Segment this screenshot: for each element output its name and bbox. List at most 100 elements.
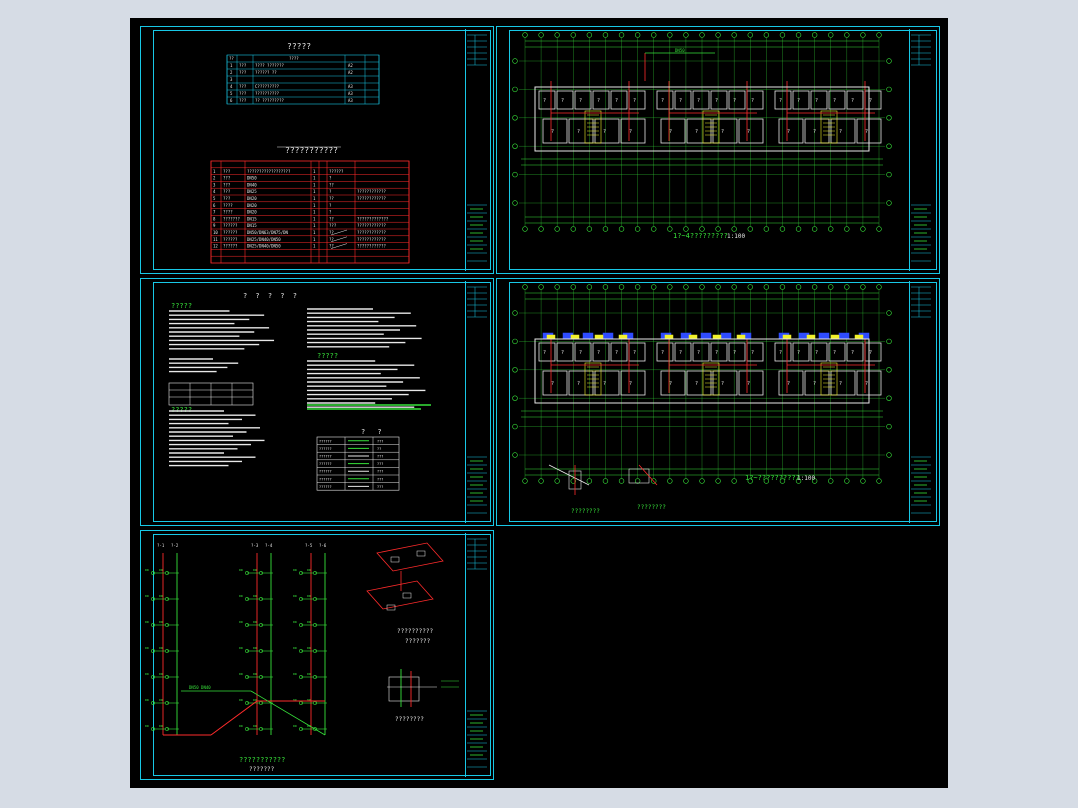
fixture-block bbox=[720, 332, 732, 340]
sheet-plan-lower[interactable]: ?????????????????????????????? 1?~??????… bbox=[496, 278, 940, 526]
fixture-block bbox=[736, 334, 746, 340]
axis-bubble bbox=[763, 284, 770, 290]
axis-bubble bbox=[512, 395, 518, 401]
room-label: ? bbox=[721, 129, 724, 135]
fixture-block bbox=[838, 332, 850, 340]
axis-bubble bbox=[570, 284, 576, 290]
axis-bubble bbox=[634, 32, 641, 38]
room-label: ? bbox=[865, 381, 868, 387]
pipe-label: DN50 bbox=[675, 48, 685, 53]
room-wall bbox=[556, 90, 574, 110]
table-b-cell: ?? bbox=[329, 216, 334, 221]
table-b-cell: ???? bbox=[223, 203, 233, 208]
table-b-cell: DN40 bbox=[247, 182, 257, 187]
axis-bubble bbox=[602, 478, 609, 484]
room-wall bbox=[542, 118, 568, 144]
axis-bubble bbox=[886, 338, 892, 345]
table-b-cell: 8 bbox=[213, 216, 216, 221]
axis-bubble bbox=[844, 32, 850, 38]
room-wall bbox=[574, 342, 592, 362]
legend-desc: ??? bbox=[377, 485, 383, 489]
table-b-cell: ???????????? bbox=[357, 237, 386, 242]
riser-label: ?-4 bbox=[265, 543, 273, 548]
table-b-cell: ???????????? bbox=[357, 189, 386, 194]
axis-bubble bbox=[699, 284, 705, 290]
branch-label: DN bbox=[253, 568, 257, 572]
axis-bubble bbox=[811, 226, 818, 232]
room-wall bbox=[828, 90, 846, 110]
axis-bubble bbox=[886, 367, 892, 373]
branch-label: DN bbox=[239, 594, 243, 598]
room-label: ? bbox=[779, 98, 782, 104]
room-label: ? bbox=[733, 350, 736, 356]
floor-plan-lower: ?????????????????????????????? bbox=[512, 284, 931, 514]
axis-bubble bbox=[554, 226, 560, 232]
table-b-cell: 11 bbox=[213, 237, 218, 242]
branch-label: DN bbox=[145, 672, 149, 676]
axis-bubble bbox=[715, 478, 721, 484]
fixture-block bbox=[602, 332, 614, 340]
branch-label: DN bbox=[307, 646, 311, 650]
room-label: ? bbox=[813, 381, 816, 387]
room-label: ? bbox=[615, 350, 618, 356]
table-b-cell: ??? bbox=[223, 169, 231, 174]
room-wall bbox=[574, 90, 592, 110]
sheet-plan-upper[interactable]: ?????????????????????????????? DN50 1?~4?… bbox=[496, 26, 940, 274]
branch-label: DN bbox=[145, 698, 149, 702]
fixture-block bbox=[594, 334, 604, 340]
axis-bubble bbox=[667, 32, 673, 38]
branch-label: DN bbox=[159, 724, 163, 728]
room-label: ? bbox=[661, 350, 664, 356]
axis-bubble bbox=[634, 226, 641, 232]
room-label: ? bbox=[669, 129, 672, 135]
room-label: ? bbox=[833, 350, 836, 356]
fixture-block bbox=[854, 334, 864, 340]
branch-label: DN bbox=[293, 620, 297, 624]
table-b-cell: ?? bbox=[329, 196, 334, 201]
axis-bubble bbox=[844, 226, 850, 232]
room-wall bbox=[792, 342, 810, 362]
room-label: ? bbox=[551, 381, 554, 387]
axis-bubble bbox=[667, 226, 673, 232]
legend-desc: ??? bbox=[377, 455, 383, 459]
table-b-cell: ??? bbox=[223, 182, 231, 187]
room-wall bbox=[792, 90, 810, 110]
fixture-block bbox=[582, 332, 594, 340]
axis-bubble bbox=[886, 395, 892, 401]
room-label: ? bbox=[603, 381, 606, 387]
room-label: ? bbox=[839, 381, 842, 387]
branch-label: DN bbox=[145, 568, 149, 572]
table-b-cell: DN25/DN40/DN50 bbox=[247, 244, 281, 249]
sheet-notes[interactable]: ? ? ? ? ? ????? ????? ????? ? ? ????????… bbox=[140, 278, 494, 526]
axo-caption: ?????????? bbox=[397, 628, 434, 635]
branch-label: DN bbox=[239, 672, 243, 676]
legend-label: ?????? bbox=[319, 477, 332, 481]
sheet-catalog[interactable]: ????? ?????? 1??????? ??????? A2 2?????????… bbox=[140, 26, 494, 274]
riser-label: ?-1 bbox=[157, 543, 165, 548]
legend-desc: ??? bbox=[377, 439, 383, 443]
room-label: ? bbox=[579, 98, 582, 104]
branch-label: DN bbox=[293, 724, 297, 728]
sheet-system[interactable]: ?-1 DN DN DN DN DN DN DN ?-2 DN DN DN DN DN DN DN ?-3 DN D… bbox=[140, 530, 494, 780]
axis-bubble bbox=[795, 284, 802, 290]
axis-bubble bbox=[618, 284, 625, 290]
axis-bubble bbox=[731, 32, 737, 38]
table-b-cell: 1 bbox=[313, 210, 316, 215]
axis-bubble bbox=[886, 171, 892, 178]
table-b-cell: 1 bbox=[313, 244, 316, 249]
table-b-cell: DN50/DN63/DN75/DN bbox=[247, 230, 289, 235]
room-label: ? bbox=[597, 98, 600, 104]
table-b-cell: ?????? bbox=[223, 223, 238, 228]
room-wall bbox=[674, 90, 692, 110]
axo-fixture bbox=[402, 592, 412, 599]
axis-bubble bbox=[715, 226, 721, 232]
room-label: ? bbox=[669, 381, 672, 387]
room-label: ? bbox=[815, 350, 818, 356]
riser-label: ?-3 bbox=[251, 543, 259, 548]
room-label: ? bbox=[697, 98, 700, 104]
branch-label: DN bbox=[307, 568, 311, 572]
room-label: ? bbox=[751, 98, 754, 104]
room-wall bbox=[710, 90, 728, 110]
axis-bubble bbox=[731, 284, 737, 290]
axis-bubble bbox=[795, 32, 802, 38]
